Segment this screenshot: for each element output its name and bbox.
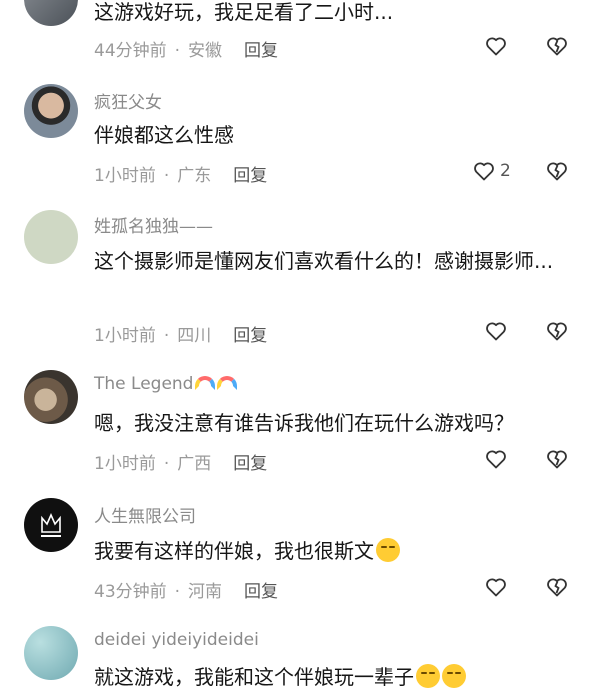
laughing-emoji-icon — [416, 664, 440, 688]
heart-broken-outline-icon — [547, 578, 567, 597]
username-text: The Legend — [94, 374, 194, 394]
reply-button[interactable]: 回复 — [233, 454, 267, 474]
dislike-button[interactable] — [545, 575, 569, 603]
crown-logo-icon — [41, 513, 61, 537]
dislike-button[interactable] — [545, 34, 569, 62]
comment-location: 广东 — [177, 166, 212, 186]
username[interactable]: deidei yideiyideidei — [94, 630, 259, 650]
meta-separator: · — [163, 454, 170, 474]
avatar[interactable] — [24, 0, 78, 26]
comment-text: 我要有这样的伴娘，我也很斯文 — [94, 534, 574, 568]
comment-meta: 43分钟前 · 河南 回复 — [94, 577, 278, 602]
heart-outline-icon — [486, 37, 506, 56]
comment-time: 43分钟前 — [94, 582, 167, 602]
heart-outline-icon — [486, 578, 506, 597]
reply-button[interactable]: 回复 — [233, 166, 267, 186]
username[interactable]: The Legend — [94, 374, 238, 394]
comment-time: 1小时前 — [94, 454, 156, 474]
comment-time: 44分钟前 — [94, 41, 167, 61]
heart-broken-outline-icon — [547, 450, 567, 469]
heart-outline-icon — [474, 162, 494, 181]
username[interactable]: 疯狂父女 — [94, 88, 162, 113]
rainbow-emoji-icon — [217, 376, 238, 390]
meta-separator: · — [163, 166, 170, 186]
avatar[interactable] — [24, 498, 78, 552]
heart-broken-outline-icon — [547, 162, 567, 181]
meta-separator: · — [174, 41, 181, 61]
comment-text: 这个摄影师是懂网友们喜欢看什么的！感谢摄影师... — [94, 249, 554, 273]
dislike-button[interactable] — [545, 319, 569, 347]
like-button[interactable] — [484, 34, 508, 58]
comment-location: 安徽 — [188, 41, 223, 61]
like-button[interactable]: 2 — [472, 159, 511, 183]
avatar[interactable] — [24, 84, 78, 138]
comment-meta: 1小时前 · 广西 回复 — [94, 449, 267, 474]
comment-meta: 1小时前 · 四川 回复 — [94, 321, 267, 346]
avatar[interactable] — [24, 626, 78, 680]
heart-broken-outline-icon — [547, 322, 567, 341]
username[interactable]: 姓孤名独独—— — [94, 212, 213, 237]
comment-meta: 1小时前 · 广东 回复 — [94, 161, 267, 186]
comment-location: 河南 — [188, 582, 223, 602]
comment-text: 就这游戏，我能和这个伴娘玩一辈子 — [94, 660, 574, 694]
comment-text: 嗯，我没注意有谁告诉我他们在玩什么游戏吗？ — [94, 411, 514, 435]
reply-button[interactable]: 回复 — [244, 582, 278, 602]
like-button[interactable] — [484, 319, 508, 343]
avatar[interactable] — [24, 210, 78, 264]
comment-time: 1小时前 — [94, 326, 156, 346]
comment-location: 广西 — [177, 454, 212, 474]
avatar[interactable] — [24, 370, 78, 424]
reply-button[interactable]: 回复 — [244, 41, 278, 61]
heart-outline-icon — [486, 450, 506, 469]
comment-location: 四川 — [177, 326, 212, 346]
heart-broken-outline-icon — [547, 37, 567, 56]
comment-time: 1小时前 — [94, 166, 156, 186]
comment-text-content: 我要有这样的伴娘，我也很斯文 — [94, 539, 374, 563]
meta-separator: · — [163, 326, 170, 346]
reply-button[interactable]: 回复 — [233, 326, 267, 346]
meta-separator: · — [174, 582, 181, 602]
comment-text: 这游戏好玩，我足足看了二小时... — [94, 0, 394, 24]
dislike-button[interactable] — [545, 447, 569, 475]
blushing-emoji-icon — [376, 538, 400, 562]
dislike-button[interactable] — [545, 159, 569, 187]
rainbow-emoji-icon — [195, 376, 216, 390]
comment-text: 伴娘都这么性感 — [94, 123, 234, 147]
laughing-emoji-icon — [442, 664, 466, 688]
like-button[interactable] — [484, 575, 508, 599]
heart-outline-icon — [486, 322, 506, 341]
like-count: 2 — [500, 161, 511, 181]
username[interactable]: 人生無限公司 — [94, 502, 196, 527]
comment-meta: 44分钟前 · 安徽 回复 — [94, 36, 278, 61]
like-button[interactable] — [484, 447, 508, 471]
comment-text-content: 就这游戏，我能和这个伴娘玩一辈子 — [94, 665, 414, 689]
